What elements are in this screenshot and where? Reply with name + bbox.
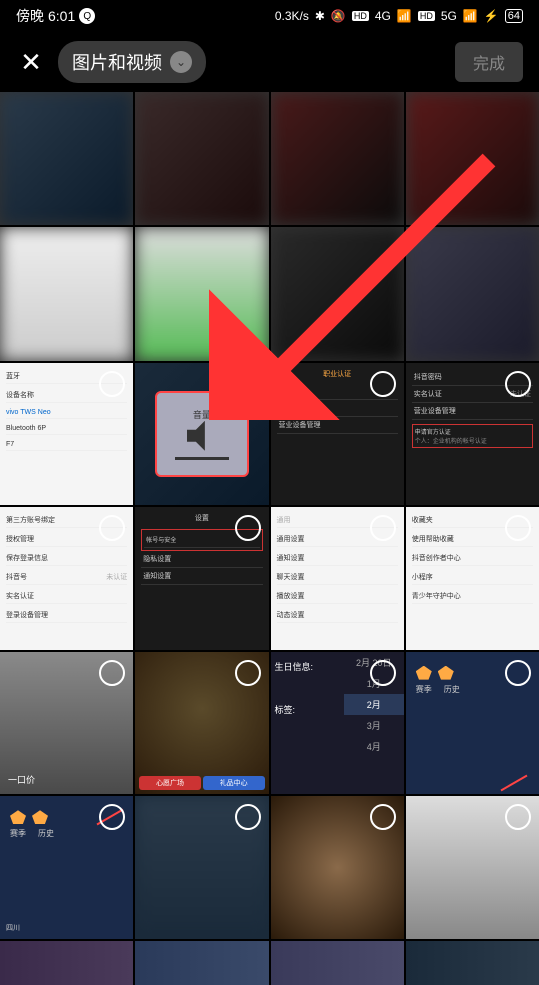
thumbnail[interactable]	[0, 941, 133, 985]
thumbnail-auth[interactable]: 职业认证 抖音密码 实名认证 营业设备管理	[271, 363, 404, 506]
select-circle[interactable]	[99, 804, 125, 830]
hd-badge-2: HD	[418, 11, 435, 21]
category-label: 图片和视频	[72, 49, 162, 75]
close-button[interactable]: ✕	[16, 47, 46, 78]
select-circle[interactable]	[505, 804, 531, 830]
volume-dialog: 音量	[155, 391, 248, 477]
thumbnail-badges[interactable]: 赛季 历史	[406, 652, 539, 795]
signal-bars-1: 📶	[397, 9, 412, 23]
signal-5g: 5G	[441, 9, 457, 23]
thumbnail-settings-light[interactable]: 通用 通用设置 通知设置 聊天设置 播放设置 动态设置	[271, 507, 404, 650]
select-circle[interactable]	[505, 371, 531, 397]
thumbnail-date[interactable]: 生日信息: 标签: 2月 20日 1月 2月 3月 4月	[271, 652, 404, 795]
date-label: 生日信息:	[275, 660, 340, 673]
select-circle[interactable]	[99, 371, 125, 397]
net-speed: 0.3K/s	[275, 9, 309, 23]
bt-device: vivo TWS Neo	[6, 407, 127, 419]
bt-device: Bluetooth 6P	[6, 423, 127, 435]
qq-icon: Q	[79, 8, 95, 24]
thumbnail[interactable]	[271, 92, 404, 225]
hd-badge-1: HD	[352, 11, 369, 21]
select-circle[interactable]	[235, 804, 261, 830]
thumbnail-browse[interactable]: 收藏夹 使用帮助收藏 抖音创作者中心 小程序 青少年守护中心	[406, 507, 539, 650]
select-circle[interactable]	[505, 660, 531, 686]
tag-label: 标签:	[275, 703, 340, 716]
status-left: 傍晚 6:01 Q	[16, 6, 95, 26]
person-name: 一口价	[8, 773, 35, 786]
thumbnail[interactable]	[271, 227, 404, 360]
bt-device: F7	[6, 439, 127, 451]
thumbnail-account[interactable]: 第三方账号绑定 授权管理 保存登录信息 抖音号未认证 实名认证 登录设备管理	[0, 507, 133, 650]
thumbnail[interactable]	[135, 227, 268, 360]
thumbnail[interactable]	[135, 796, 268, 939]
picker-header: ✕ 图片和视频 ⌄ 完成	[0, 32, 539, 92]
select-circle[interactable]	[99, 660, 125, 686]
thumbnail-character[interactable]	[271, 796, 404, 939]
chevron-down-icon: ⌄	[170, 51, 192, 73]
red-arrow-icon	[501, 775, 528, 792]
select-circle[interactable]	[235, 371, 261, 397]
thumbnail[interactable]	[135, 92, 268, 225]
thumbnail-settings-dark[interactable]: 设置 帐号与安全 隐私设置 通知设置	[135, 507, 268, 650]
badge-icon	[438, 666, 454, 680]
thumbnail[interactable]	[406, 227, 539, 360]
thumbnail[interactable]	[406, 941, 539, 985]
battery-level: 64	[505, 9, 523, 23]
select-circle[interactable]	[370, 371, 396, 397]
select-circle[interactable]	[370, 660, 396, 686]
status-right: 0.3K/s ✱ 🔕 HD 4G 📶 HD 5G 📶 ⚡ 64	[275, 9, 523, 23]
status-bar: 傍晚 6:01 Q 0.3K/s ✱ 🔕 HD 4G 📶 HD 5G 📶 ⚡ 6…	[0, 0, 539, 32]
thumbnail-volume[interactable]: 音量	[135, 363, 268, 506]
mute-icon: 🔕	[331, 9, 346, 23]
thumbnail-auth2[interactable]: 抖音密码 实名认证 未认证 营业设备管理 申请官方认证 个人：企业机构的帐号认证	[406, 363, 539, 506]
thumbnail[interactable]	[406, 92, 539, 225]
category-selector[interactable]: 图片和视频 ⌄	[58, 41, 206, 83]
battery-charging-icon: ⚡	[484, 9, 499, 23]
badge-icon	[416, 666, 432, 680]
select-circle[interactable]	[235, 660, 261, 686]
select-circle[interactable]	[235, 515, 261, 541]
volume-slider	[175, 457, 229, 460]
thumbnail[interactable]	[135, 941, 268, 985]
time: 6:01	[48, 8, 75, 24]
volume-label: 音量	[193, 408, 211, 421]
select-circle[interactable]	[370, 804, 396, 830]
red-highlight: 申请官方认证 个人：企业机构的帐号认证	[412, 424, 533, 448]
thumbnail-bluetooth[interactable]: 蓝牙 设备名称 vivo TWS Neo Bluetooth 6P F7	[0, 363, 133, 506]
select-circle[interactable]	[370, 515, 396, 541]
speaker-icon	[187, 421, 217, 451]
badge-icon	[32, 810, 48, 824]
done-button[interactable]: 完成	[455, 42, 523, 82]
thumbnail-game[interactable]: 心愿广场 礼品中心	[135, 652, 268, 795]
signal-bars-2: 📶	[463, 9, 478, 23]
thumbnail[interactable]	[0, 227, 133, 360]
thumbnail-portrait[interactable]	[406, 796, 539, 939]
time-prefix: 傍晚	[16, 6, 44, 26]
bluetooth-icon: ✱	[315, 9, 325, 23]
thumbnail-badges2[interactable]: 赛季 历史 四川	[0, 796, 133, 939]
signal-4g: 4G	[375, 9, 391, 23]
select-circle[interactable]	[505, 515, 531, 541]
media-grid: 蓝牙 设备名称 vivo TWS Neo Bluetooth 6P F7 音量 …	[0, 92, 539, 985]
thumbnail-person[interactable]: 一口价	[0, 652, 133, 795]
badge-icon	[10, 810, 26, 824]
thumbnail[interactable]	[271, 941, 404, 985]
thumbnail[interactable]	[0, 92, 133, 225]
